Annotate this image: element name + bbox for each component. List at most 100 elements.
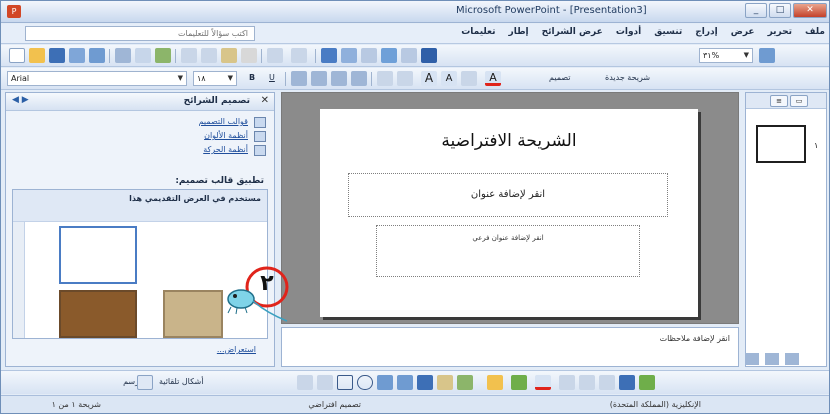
arrow-icon[interactable]	[317, 375, 333, 390]
permission-icon[interactable]	[69, 48, 85, 63]
current-slide[interactable]: الشريحة الافتراضية انقر لإضافة عنوان انق…	[320, 109, 698, 317]
insert-chart-icon[interactable]	[321, 48, 337, 63]
clip-art-icon[interactable]	[437, 375, 453, 390]
browse-link[interactable]: استعراض...	[217, 345, 256, 354]
bold-button[interactable]: B	[249, 73, 255, 82]
text-box-icon[interactable]	[377, 375, 393, 390]
align-left-icon[interactable]	[331, 71, 347, 86]
expand-all-icon[interactable]	[401, 48, 417, 63]
tab-outline[interactable]: ≡	[770, 95, 788, 107]
line-style-icon[interactable]	[559, 375, 575, 390]
font-name-select[interactable]: ▼ Arial	[7, 71, 187, 86]
template-thumbnail-brown[interactable]	[59, 290, 137, 338]
menu-window[interactable]: إطار	[509, 27, 529, 37]
cut-icon[interactable]	[181, 48, 197, 63]
bullets-icon[interactable]	[397, 71, 413, 86]
menu-file[interactable]: ملف	[805, 27, 825, 37]
rectangle-icon[interactable]	[337, 375, 353, 390]
link-animation-schemes[interactable]: أنظمة الحركة	[203, 145, 248, 154]
wordart-icon[interactable]	[397, 375, 413, 390]
copy-icon[interactable]	[201, 48, 217, 63]
print-icon[interactable]	[115, 48, 131, 63]
task-pane-navigation[interactable]: ◀ ▶	[12, 95, 29, 105]
insert-picture-icon[interactable]	[457, 375, 473, 390]
autoshapes-menu[interactable]: أشكال تلقائية	[159, 377, 203, 386]
fill-color-icon[interactable]	[487, 375, 503, 390]
template-thumbnail-default[interactable]	[59, 226, 137, 284]
link-design-templates[interactable]: قوالب التصميم	[199, 117, 248, 126]
slide-thumbnail-number: ١	[814, 141, 819, 150]
oval-icon[interactable]	[357, 375, 373, 390]
diagram-icon[interactable]	[417, 375, 433, 390]
help-icon[interactable]	[759, 48, 775, 63]
save-icon[interactable]	[49, 48, 65, 63]
format-painter-icon[interactable]	[241, 48, 257, 63]
insert-wordart-icon[interactable]	[381, 48, 397, 63]
normal-view-icon[interactable]	[745, 353, 759, 365]
shadow-style-icon[interactable]	[619, 375, 635, 390]
slideshow-icon[interactable]	[784, 353, 799, 365]
toolbar-separator	[285, 72, 286, 86]
print-preview-icon[interactable]	[135, 48, 151, 63]
minimize-button[interactable]: _	[745, 3, 767, 18]
new-document-icon[interactable]	[9, 48, 25, 63]
menu-help[interactable]: تعليمات	[461, 27, 495, 37]
title-placeholder[interactable]: انقر لإضافة عنوان	[348, 173, 668, 217]
email-icon[interactable]	[89, 48, 105, 63]
open-folder-icon[interactable]	[29, 48, 45, 63]
tables-borders-icon[interactable]	[361, 48, 377, 63]
arrow-style-icon[interactable]	[599, 375, 615, 390]
template-thumbnail-beige[interactable]	[163, 290, 223, 338]
close-button[interactable]: ✕	[793, 3, 827, 18]
slide-sorter-icon[interactable]	[764, 353, 779, 365]
maximize-button[interactable]: □	[769, 3, 791, 18]
align-center-icon[interactable]	[311, 71, 327, 86]
notes-pane[interactable]: انقر لإضافة ملاحظات	[281, 327, 739, 367]
link-color-schemes[interactable]: أنظمة الألوان	[204, 131, 248, 140]
justify-icon[interactable]	[351, 71, 367, 86]
slide-title-text[interactable]: الشريحة الافتراضية	[320, 131, 698, 151]
decrease-font-icon[interactable]: A	[441, 71, 457, 86]
powerpoint-icon[interactable]: P	[7, 5, 21, 18]
slide-count: شريحة ١ من ١	[51, 400, 101, 409]
dash-style-icon[interactable]	[579, 375, 595, 390]
design-name: تصميم افتراضي	[308, 400, 361, 409]
3d-style-icon[interactable]	[639, 375, 655, 390]
show-formatting-icon[interactable]	[421, 48, 437, 63]
new-slide-button[interactable]: شريحة جديدة	[605, 73, 650, 82]
menu-edit[interactable]: تحرير	[768, 27, 792, 37]
line-color-icon[interactable]	[511, 375, 527, 390]
tab-slides[interactable]: ▭	[790, 95, 808, 107]
paste-icon[interactable]	[221, 48, 237, 63]
undo-icon[interactable]	[267, 48, 283, 63]
select-objects-icon[interactable]	[137, 375, 153, 390]
slide-thumbnail[interactable]	[756, 125, 806, 163]
numbering-icon[interactable]	[377, 71, 393, 86]
menu-tools[interactable]: أدوات	[616, 27, 641, 37]
animation-schemes-icon	[254, 145, 266, 156]
menu-bar: ملف تحرير عرض إدراج تنسيق أدوات عرض الشر…	[1, 24, 829, 44]
slides-pane: ≡ ▭ ١	[745, 92, 827, 367]
help-search-input[interactable]: اكتب سؤالاً للتعليمات	[25, 26, 255, 41]
task-pane-close-icon[interactable]: ✕	[261, 95, 269, 106]
underline-button[interactable]: U	[269, 73, 275, 82]
font-size-select[interactable]: ▼ ١٨	[193, 71, 237, 86]
line-icon[interactable]	[297, 375, 313, 390]
menu-insert[interactable]: إدراج	[695, 27, 717, 37]
menu-slideshow[interactable]: عرض الشرائح	[542, 27, 603, 37]
subtitle-placeholder[interactable]: انقر لإضافة عنوان فرعي	[376, 225, 640, 277]
indent-icon[interactable]	[461, 71, 477, 86]
view-buttons	[745, 353, 827, 367]
design-button[interactable]: تصميم	[549, 73, 571, 82]
redo-icon[interactable]	[291, 48, 307, 63]
menu-view[interactable]: عرض	[731, 27, 755, 37]
draw-font-color-icon[interactable]	[535, 375, 551, 390]
insert-table-icon[interactable]	[341, 48, 357, 63]
increase-font-icon[interactable]: A	[421, 71, 437, 86]
gallery-scrollbar[interactable]	[13, 222, 25, 338]
align-right-icon[interactable]	[291, 71, 307, 86]
menu-format[interactable]: تنسيق	[654, 27, 682, 37]
font-color-icon[interactable]: A	[485, 71, 501, 86]
spelling-icon[interactable]	[155, 48, 171, 63]
zoom-select[interactable]: ▼ ٣١%	[699, 48, 753, 63]
